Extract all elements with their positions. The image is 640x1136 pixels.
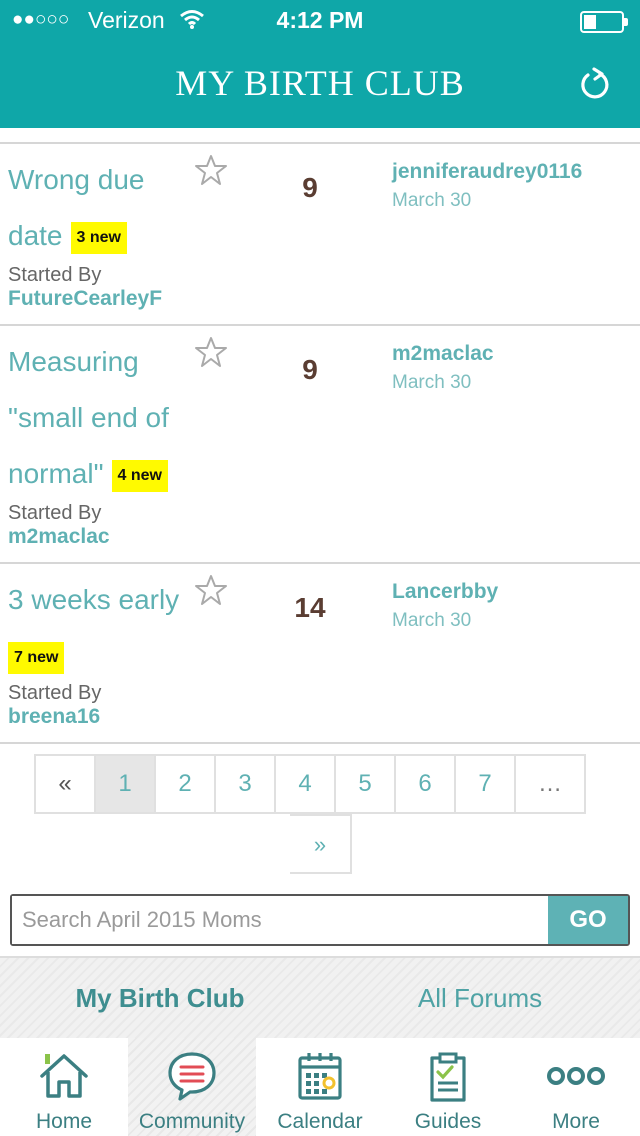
topic-title[interactable]: 3 weeks early 7 new (8, 572, 198, 684)
started-by-label: Started By (8, 264, 102, 286)
refresh-icon[interactable] (576, 66, 612, 102)
forum-search: GO (10, 894, 630, 946)
battery-tip (624, 18, 628, 26)
calendar-icon (298, 1053, 342, 1100)
new-posts-badge: 3 new (70, 221, 127, 254)
search-input[interactable] (12, 896, 550, 944)
status-bar: ●●○○○ Verizon 4:12 PM (0, 6, 640, 36)
previous-topic-edge (0, 128, 640, 144)
page-title: MY BIRTH CLUB (175, 63, 465, 103)
nav-label: Community (138, 1110, 246, 1133)
chat-bubble-icon (168, 1052, 216, 1101)
nav-more[interactable]: More (512, 1038, 640, 1136)
pagination-page[interactable]: 1 (94, 754, 156, 814)
pagination: « 1 2 3 4 5 6 7 … (34, 754, 586, 814)
last-poster[interactable]: m2maclac (392, 342, 494, 366)
reply-count: 9 (302, 172, 318, 203)
app-header: ●●○○○ Verizon 4:12 PM MY BIRTH CLUB (0, 0, 640, 128)
battery-icon (580, 11, 624, 33)
pagination-next[interactable]: » (290, 814, 352, 874)
topic-title-line: date (8, 220, 63, 251)
last-poster[interactable]: Lancerbby (392, 580, 498, 604)
new-posts-badge: 7 new (8, 641, 65, 674)
topic-row[interactable]: 3 weeks early 7 new 14 Lancerbby March 3… (0, 564, 640, 744)
topic-row[interactable]: Measuring "small end of normal" 4 new 9 m… (0, 326, 640, 564)
started-by-label: Started By (8, 502, 102, 524)
topic-title-line: Wrong due (8, 164, 145, 195)
pagination-page[interactable]: 7 (454, 754, 516, 814)
topic-title[interactable]: Wrong due date 3 new (8, 152, 198, 264)
bottom-navigation: Home Community Calendar Guides More (0, 1038, 640, 1136)
pagination-page[interactable]: 5 (334, 754, 396, 814)
started-by-label: Started By (8, 682, 102, 704)
topic-author[interactable]: breena16 (8, 705, 100, 729)
pagination-page[interactable]: 4 (274, 754, 336, 814)
topic-author[interactable]: m2maclac (8, 525, 110, 549)
topic-title-line: 3 weeks early (8, 584, 180, 615)
nav-label: Home (35, 1110, 93, 1133)
last-post-date: March 30 (392, 190, 472, 211)
nav-calendar[interactable]: Calendar (256, 1038, 384, 1136)
topic-title-line: normal" (8, 458, 104, 489)
nav-home[interactable]: Home (0, 1038, 128, 1136)
home-icon (40, 1054, 88, 1098)
tab-all-forums[interactable]: All Forums (320, 958, 640, 1038)
star-icon[interactable] (194, 336, 228, 368)
reply-count: 14 (294, 592, 326, 623)
last-post-date: March 30 (392, 610, 472, 631)
reply-count: 9 (302, 354, 318, 385)
status-time: 4:12 PM (276, 7, 364, 33)
pagination-ellipsis: … (514, 754, 586, 814)
new-posts-badge: 4 new (111, 459, 168, 492)
tab-my-birth-club[interactable]: My Birth Club (0, 958, 320, 1038)
topic-author[interactable]: FutureCearleyF (8, 287, 162, 311)
pagination-prev[interactable]: « (34, 754, 96, 814)
topic-title-line: Measuring (8, 346, 139, 377)
star-icon[interactable] (194, 574, 228, 606)
clipboard-icon (430, 1052, 466, 1102)
pagination-page[interactable]: 3 (214, 754, 276, 814)
last-post-date: March 30 (392, 372, 472, 393)
pagination-page[interactable]: 6 (394, 754, 456, 814)
nav-guides[interactable]: Guides (384, 1038, 512, 1136)
pagination-page[interactable]: 2 (154, 754, 216, 814)
topic-title[interactable]: Measuring "small end of normal" 4 new (8, 334, 198, 502)
search-go-button[interactable]: GO (548, 896, 628, 944)
star-icon[interactable] (194, 154, 228, 186)
last-poster[interactable]: jenniferaudrey0116 (392, 160, 582, 184)
nav-label: Calendar (277, 1110, 363, 1133)
nav-label: Guides (414, 1110, 482, 1133)
forum-tabs: My Birth Club All Forums (0, 956, 640, 1038)
nav-community[interactable]: Community (128, 1038, 256, 1136)
more-dots-icon (547, 1067, 605, 1085)
topic-row[interactable]: Wrong due date 3 new 9 jenniferaudrey0116… (0, 144, 640, 326)
topic-title-line: "small end of (8, 402, 169, 433)
nav-label: More (552, 1110, 600, 1133)
